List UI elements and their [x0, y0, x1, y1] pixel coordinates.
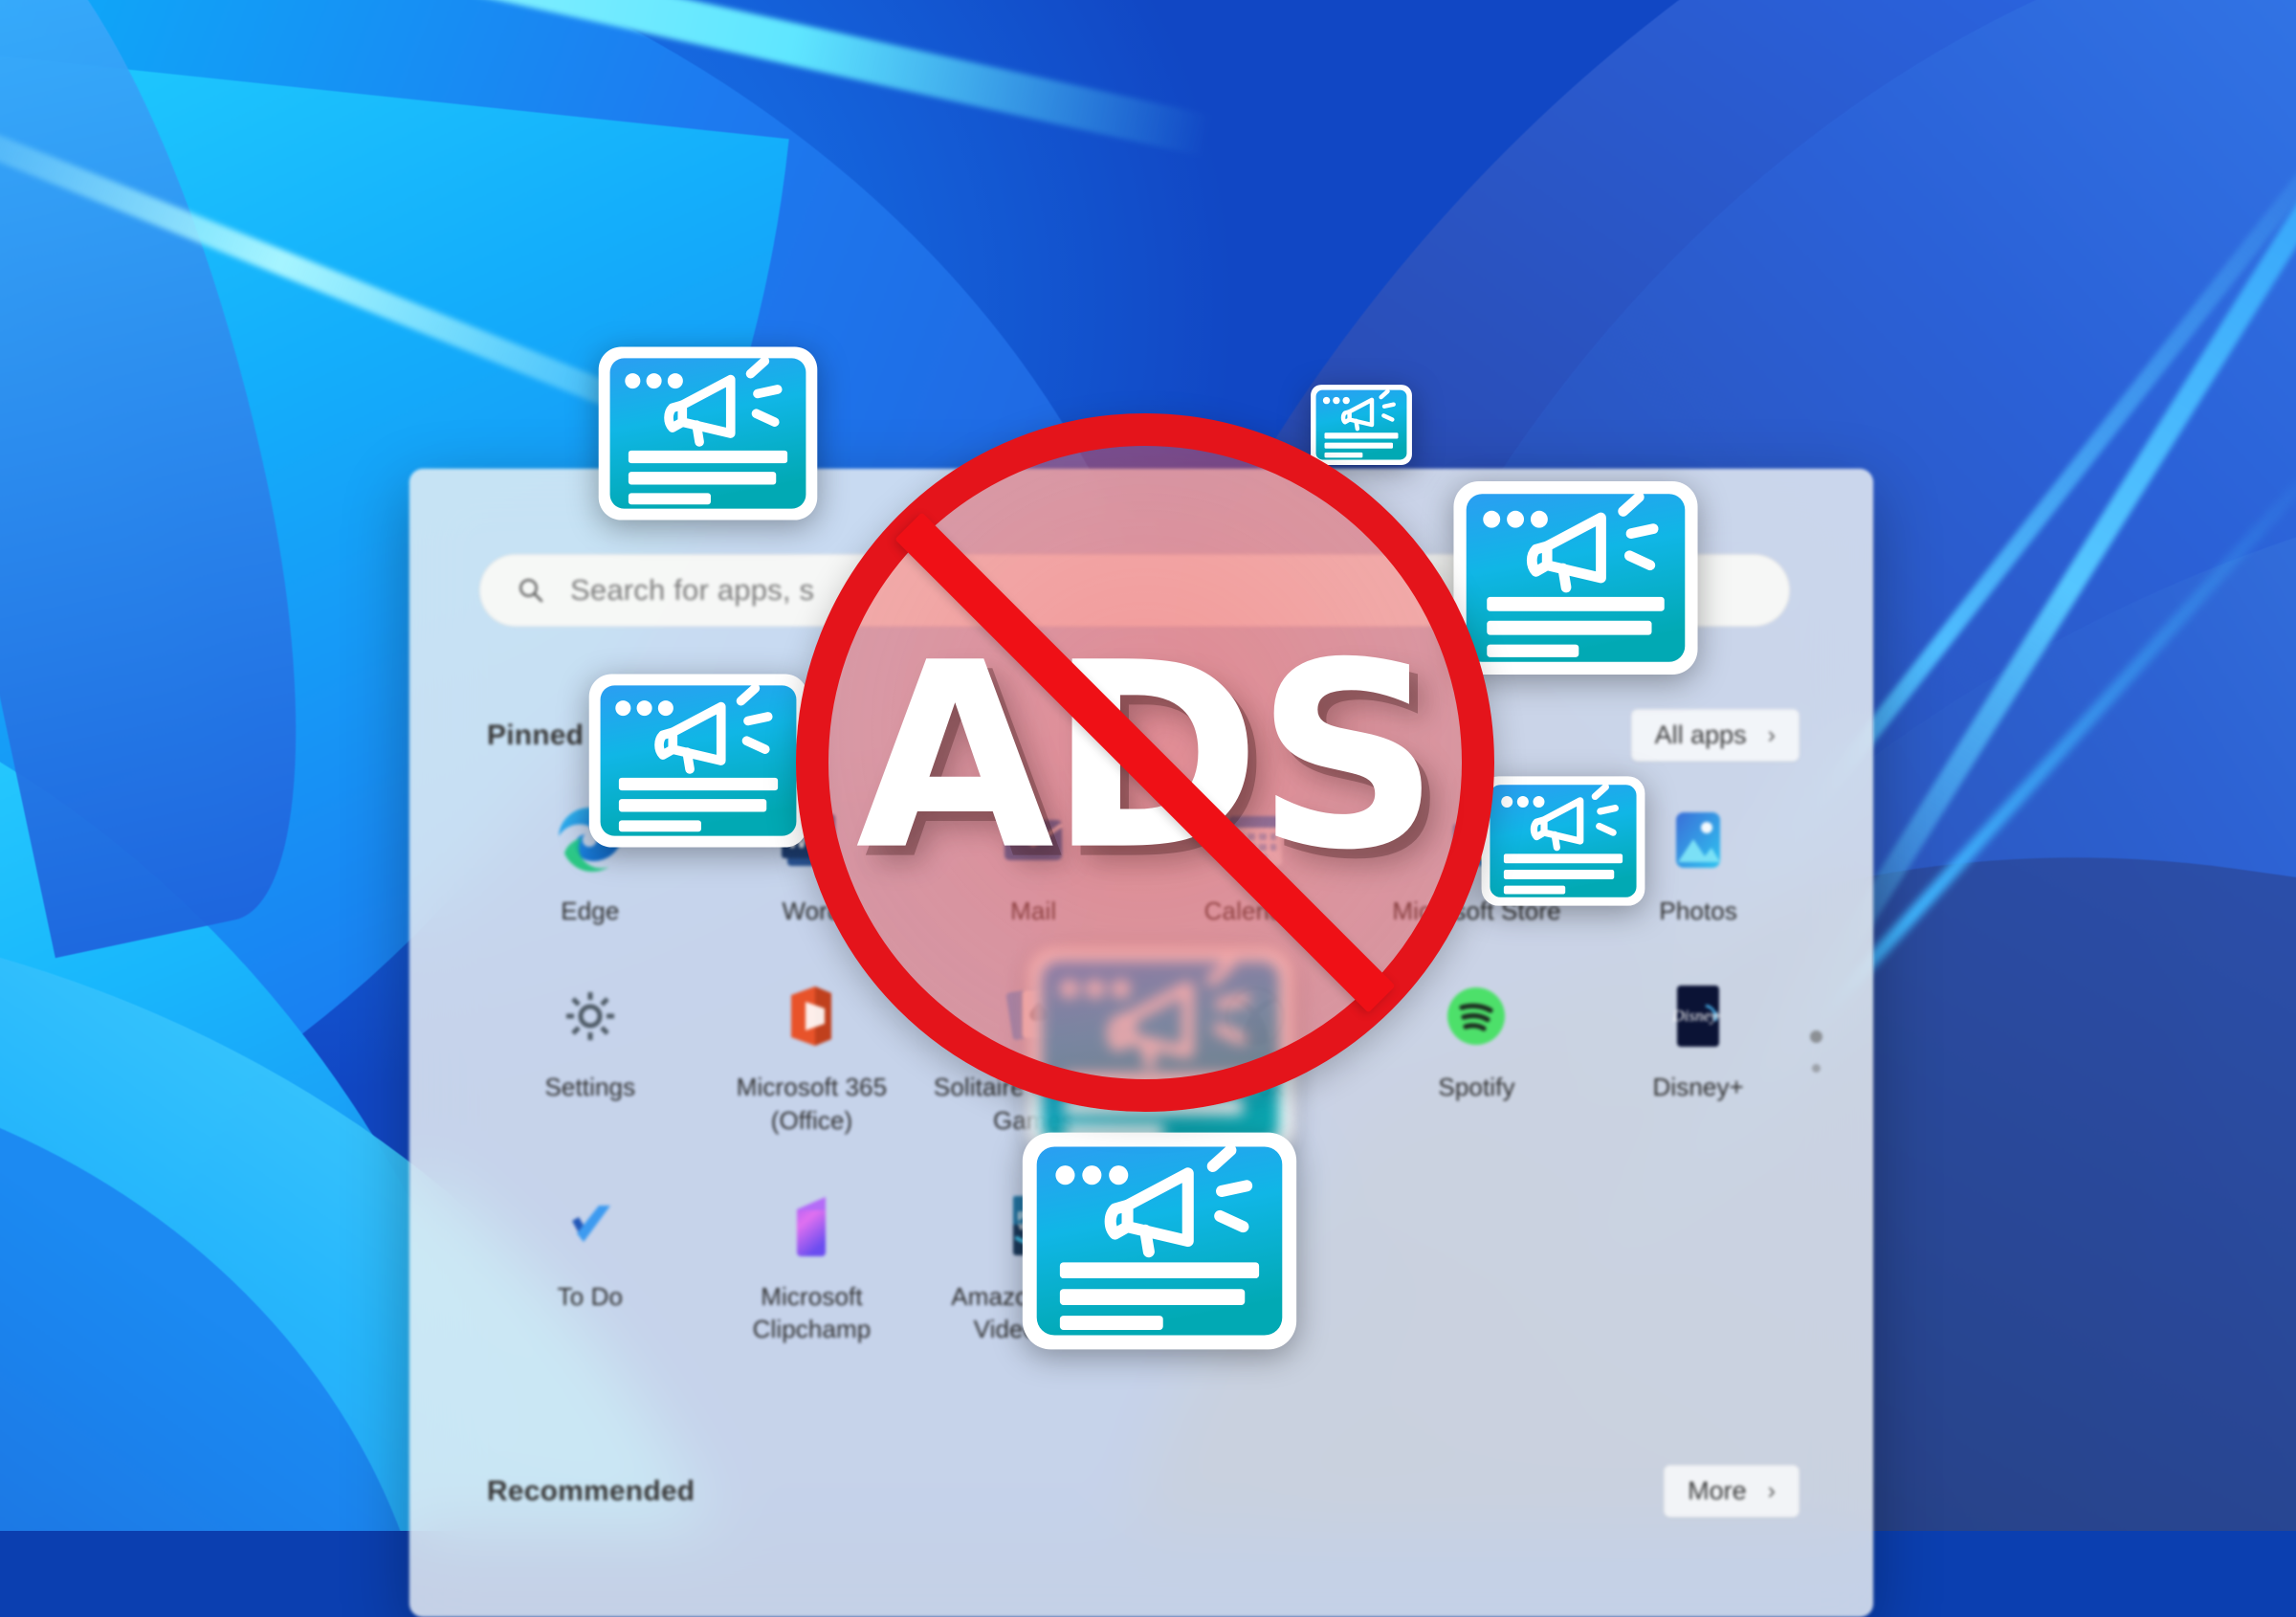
- app-label: Edge: [561, 895, 619, 927]
- all-apps-button[interactable]: All apps ›: [1631, 709, 1799, 762]
- more-label: More: [1688, 1476, 1747, 1506]
- app-tile-to-do[interactable]: To Do: [479, 1179, 701, 1346]
- ad-megaphone-browser-icon: [593, 343, 823, 524]
- ad-megaphone-browser-icon: [1016, 1127, 1303, 1355]
- no-ads-prohibition-sign: ADS: [796, 413, 1494, 1112]
- app-tile-clipchamp[interactable]: Microsoft Clipchamp: [701, 1179, 923, 1346]
- disney-plus-icon: Disney +: [1661, 979, 1735, 1053]
- recommended-title: Recommended: [487, 1475, 695, 1508]
- search-icon: [517, 576, 545, 605]
- gear-icon: [553, 979, 628, 1053]
- ad-megaphone-browser-icon: [584, 670, 813, 852]
- page-dot-inactive[interactable]: [1812, 1064, 1821, 1073]
- app-label: Disney+: [1652, 1071, 1743, 1103]
- more-button[interactable]: More ›: [1664, 1465, 1799, 1517]
- app-label: Microsoft Clipchamp: [709, 1280, 915, 1346]
- app-label: Settings: [544, 1071, 635, 1103]
- app-label: Photos: [1659, 895, 1737, 927]
- to-do-icon: [553, 1188, 628, 1263]
- recommended-section-header: Recommended More ›: [487, 1465, 1799, 1517]
- ad-megaphone-browser-icon: [1477, 773, 1649, 909]
- all-apps-label: All apps: [1655, 720, 1747, 750]
- clipchamp-icon: [774, 1188, 849, 1263]
- chevron-right-icon: ›: [1768, 1479, 1776, 1503]
- app-tile-disney-plus[interactable]: Disney + Disney+: [1587, 969, 1809, 1137]
- svg-text:+: +: [1712, 1008, 1721, 1025]
- chevron-right-icon: ›: [1768, 723, 1776, 747]
- pinned-title: Pinned: [487, 720, 584, 752]
- pinned-pagination-dots[interactable]: [1810, 1030, 1822, 1073]
- search-placeholder: Search for apps, s: [570, 573, 814, 608]
- page-dot-active[interactable]: [1810, 1030, 1822, 1043]
- app-label: To Do: [558, 1280, 623, 1313]
- app-tile-settings[interactable]: Settings: [479, 969, 701, 1137]
- photos-icon: [1661, 803, 1735, 877]
